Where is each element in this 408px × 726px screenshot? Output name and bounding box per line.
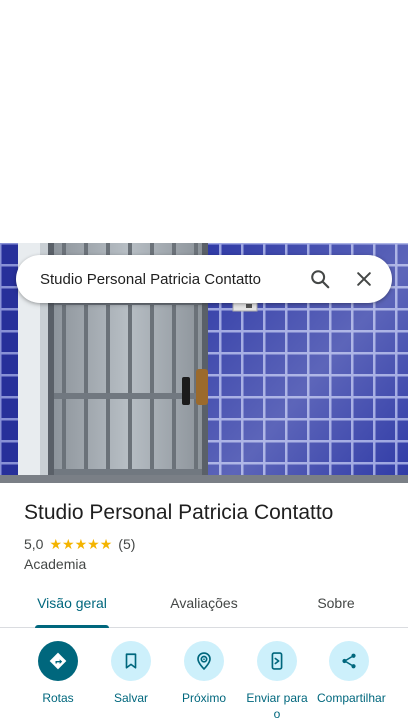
tab-about[interactable]: Sobre <box>300 595 372 611</box>
star-icon: ★ <box>49 536 63 552</box>
share-button-circle[interactable] <box>329 641 369 681</box>
bookmark-icon <box>125 653 137 669</box>
rating-value: 5,0 <box>24 536 44 552</box>
place-details-screen: Studio Personal Patricia Contatto Studio… <box>0 0 408 726</box>
map-area[interactable] <box>0 0 408 243</box>
review-count: (5) <box>118 536 136 552</box>
tab-selected-indicator <box>35 625 109 628</box>
search-button[interactable] <box>298 257 342 301</box>
star-icon: ★ <box>99 536 113 552</box>
save-button-circle[interactable] <box>111 641 151 681</box>
directions-label: Rotas <box>42 691 74 705</box>
nearby-button-circle[interactable] <box>184 641 224 681</box>
send-to-phone-button-circle[interactable] <box>257 641 297 681</box>
share-button[interactable]: Compartilhar <box>309 641 389 706</box>
send-to-phone-label: Enviar para o <box>246 691 308 721</box>
save-button[interactable]: Salvar <box>91 641 171 706</box>
directions-button[interactable]: Rotas <box>18 641 98 706</box>
send-to-phone-button[interactable]: Enviar para o <box>237 641 317 722</box>
rating-row[interactable]: 5,0 ★ ★ ★ ★ ★ (5) <box>24 536 135 552</box>
place-title: Studio Personal Patricia Contatto <box>24 501 334 524</box>
tab-bar: Visão geral Avaliações Sobre <box>0 585 408 628</box>
star-icon: ★ <box>62 536 75 552</box>
star-icon: ★ <box>87 536 100 552</box>
share-icon <box>342 653 356 669</box>
search-input[interactable]: Studio Personal Patricia Contatto <box>16 271 298 288</box>
star-rating: ★ ★ ★ ★ ★ <box>49 537 112 551</box>
directions-icon <box>49 652 67 670</box>
search-bar[interactable]: Studio Personal Patricia Contatto <box>16 255 392 303</box>
nearby-label: Próximo <box>181 691 226 705</box>
nearby-icon <box>197 652 211 671</box>
clear-search-button[interactable] <box>342 257 386 301</box>
place-category: Academia <box>24 556 87 572</box>
directions-button-circle[interactable] <box>38 641 78 681</box>
tab-reviews[interactable]: Avaliações <box>156 595 252 611</box>
share-label: Compartilhar <box>317 691 386 705</box>
close-icon <box>357 272 371 286</box>
search-icon <box>311 270 330 289</box>
send-to-phone-icon <box>271 652 283 670</box>
save-label: Salvar <box>113 691 148 705</box>
star-icon: ★ <box>74 536 88 552</box>
nearby-button[interactable]: Próximo <box>164 641 244 706</box>
tab-overview[interactable]: Visão geral <box>24 595 120 611</box>
